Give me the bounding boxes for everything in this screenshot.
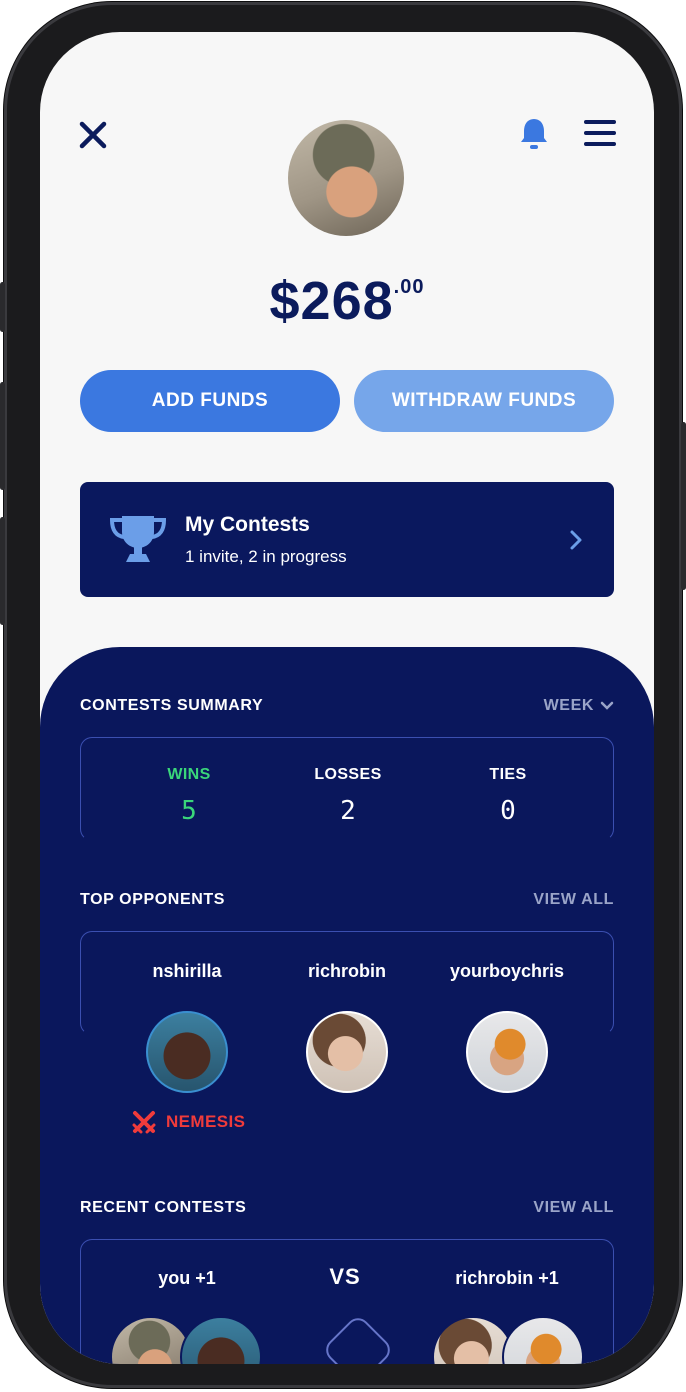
- phone-frame: $268.00 ADD FUNDS WITHDRAW FUNDS My Cont…: [0, 2, 686, 1388]
- period-label: WEEK: [543, 697, 594, 714]
- power-button: [681, 422, 686, 590]
- right-team-label: richrobin +1: [455, 1268, 559, 1288]
- balance-cents: .00: [393, 276, 425, 298]
- crossed-swords-icon: [132, 1111, 156, 1134]
- summary-card: WINS 5 LOSSES 2 TIES 0: [80, 737, 614, 841]
- left-team-label: you +1: [158, 1268, 216, 1288]
- ties-stat: TIES 0: [438, 766, 578, 826]
- opponent-name: richrobin: [307, 961, 386, 981]
- menu-line: [584, 120, 616, 124]
- opponent-avatar[interactable]: [306, 1011, 388, 1093]
- opponent-name: nshirilla: [152, 961, 222, 981]
- add-funds-button[interactable]: ADD FUNDS: [80, 370, 340, 432]
- hamburger-menu-icon[interactable]: [584, 120, 616, 146]
- close-icon[interactable]: [78, 120, 108, 150]
- withdraw-funds-button[interactable]: WITHDRAW FUNDS: [354, 370, 614, 432]
- mute-switch: [0, 282, 5, 332]
- wins-stat: WINS 5: [119, 766, 259, 826]
- bell-icon[interactable]: [519, 116, 549, 152]
- recent-contests-title: RECENT CONTESTS: [80, 1199, 247, 1216]
- versus-label: VS: [329, 1264, 361, 1289]
- losses-label: LOSSES: [314, 766, 382, 783]
- top-opponents-view-all[interactable]: VIEW ALL: [533, 891, 614, 909]
- recent-contests-view-all[interactable]: VIEW ALL: [533, 1199, 614, 1217]
- menu-line: [584, 131, 616, 135]
- account-balance: $268.00: [40, 270, 654, 332]
- volume-up-button: [0, 382, 5, 490]
- stats-panel: CONTESTS SUMMARY WEEK WINS 5 LOSSES 2 TI…: [40, 647, 654, 1364]
- my-contests-title: My Contests: [185, 513, 310, 536]
- my-contests-subtitle: 1 invite, 2 in progress: [185, 547, 347, 566]
- period-selector[interactable]: WEEK: [544, 697, 614, 715]
- trophy-icon: [110, 516, 166, 562]
- nemesis-label: NEMESIS: [166, 1112, 246, 1131]
- menu-line: [584, 142, 616, 146]
- ties-value: 0: [500, 796, 516, 826]
- top-opponents-title: TOP OPPONENTS: [80, 891, 226, 908]
- opponent-avatar[interactable]: [466, 1011, 548, 1093]
- app-screen: $268.00 ADD FUNDS WITHDRAW FUNDS My Cont…: [40, 32, 654, 1364]
- chevron-right-icon: [570, 530, 582, 550]
- my-contests-card[interactable]: My Contests 1 invite, 2 in progress: [80, 482, 614, 597]
- losses-stat: LOSSES 2: [278, 766, 418, 826]
- volume-down-button: [0, 517, 5, 625]
- chevron-down-icon: [600, 701, 614, 710]
- wins-value: 5: [181, 796, 197, 826]
- losses-value: 2: [340, 796, 356, 826]
- contests-summary-title: CONTESTS SUMMARY: [80, 697, 264, 714]
- ties-label: TIES: [489, 766, 527, 783]
- profile-avatar[interactable]: [288, 120, 404, 236]
- nemesis-badge: NEMESIS: [132, 1110, 245, 1134]
- balance-dollars: $268: [269, 271, 394, 331]
- opponent-name: yourboychris: [449, 961, 565, 981]
- wins-label: WINS: [167, 766, 211, 783]
- opponent-avatar[interactable]: [146, 1011, 228, 1093]
